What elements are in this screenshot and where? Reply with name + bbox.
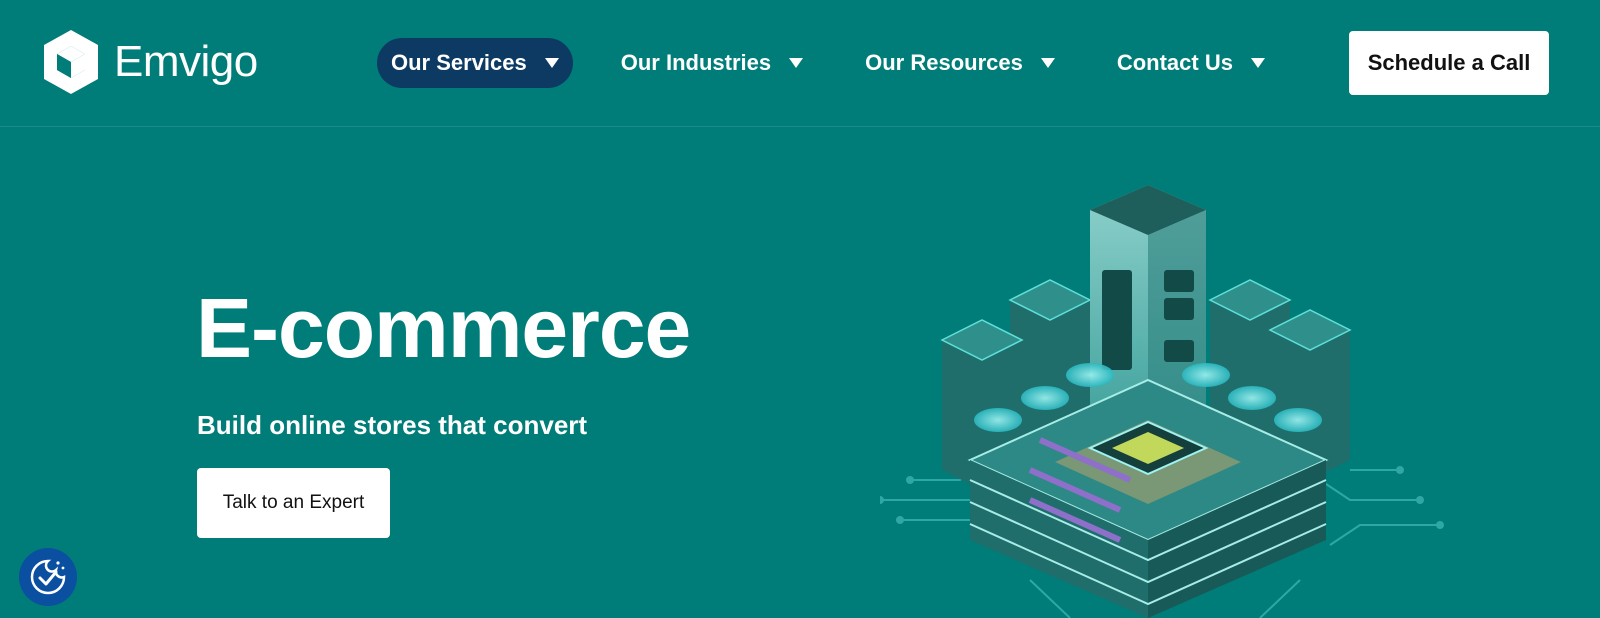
caret-down-icon: [1040, 58, 1055, 68]
nav-item-our-resources[interactable]: Our Resources: [851, 38, 1069, 88]
nav-item-contact-us[interactable]: Contact Us: [1103, 38, 1279, 88]
main-nav: Our Services Our Industries Our Resource…: [377, 38, 1313, 88]
nav-item-label: Our Resources: [865, 50, 1023, 75]
nav-item-our-industries[interactable]: Our Industries: [607, 38, 817, 88]
talk-to-expert-button[interactable]: Talk to an Expert: [197, 468, 390, 538]
brand-name: Emvigo: [114, 37, 258, 86]
server-datacenter-illustration: [880, 185, 1444, 618]
caret-down-icon: [544, 58, 559, 68]
cookie-consent-button[interactable]: [19, 548, 77, 606]
nav-item-label: Our Services: [391, 50, 527, 75]
caret-down-icon: [1250, 58, 1265, 68]
cookie-consent-icon: [30, 559, 66, 595]
site-header: Emvigo Our Services Our Industries Our R…: [0, 0, 1600, 127]
nav-item-our-services[interactable]: Our Services: [377, 38, 573, 88]
nav-item-label: Our Industries: [620, 50, 772, 75]
hero-title: E-commerce: [196, 281, 691, 375]
brand-logo[interactable]: Emvigo: [40, 28, 258, 96]
cube-logo-icon: [44, 30, 98, 94]
schedule-call-button[interactable]: Schedule a Call: [1349, 31, 1549, 95]
caret-down-icon: [789, 58, 804, 68]
nav-item-label: Contact Us: [1116, 50, 1233, 75]
hero-subtitle: Build online stores that convert: [197, 410, 588, 440]
